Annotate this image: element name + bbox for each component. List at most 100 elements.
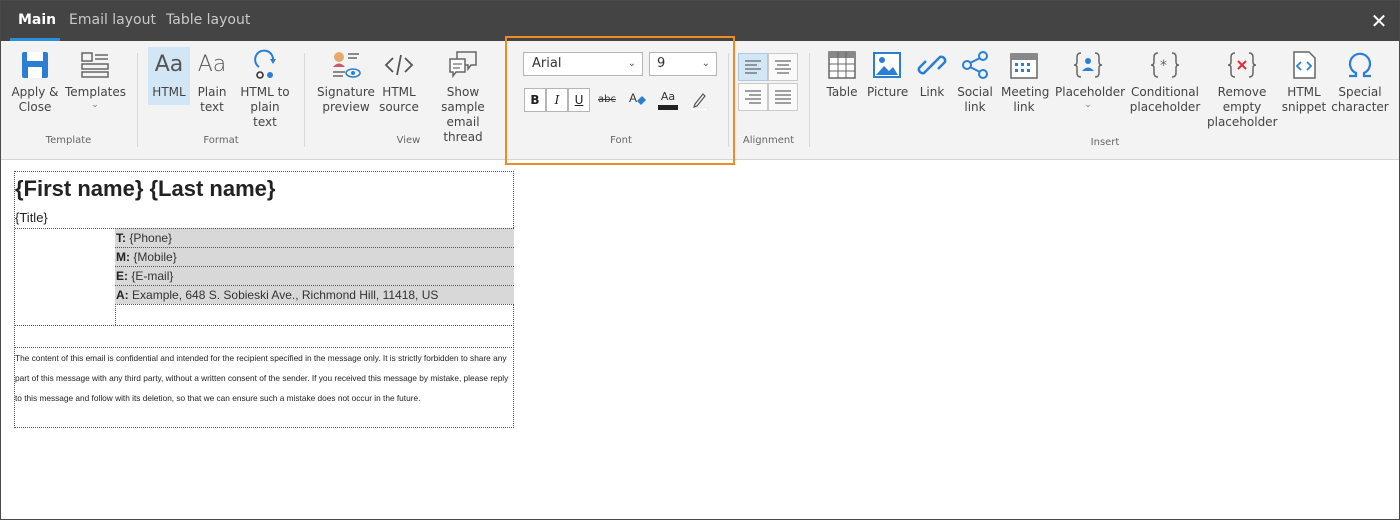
align-justify-icon (775, 90, 791, 104)
insert-html-snippet-label: HTML snippet (1281, 85, 1327, 114)
signature-preview-label: Signature preview (317, 85, 375, 114)
insert-meeting-link-button[interactable]: Meeting link (1001, 49, 1050, 115)
calendar-icon (1010, 53, 1038, 79)
contact-value: {Mobile} (133, 250, 177, 264)
contact-row-mobile[interactable]: M: {Mobile} (115, 247, 514, 266)
disclaimer-text[interactable]: The content of this email is confidentia… (15, 348, 515, 408)
separator (728, 53, 729, 147)
show-sample-thread-button[interactable]: Show sample email thread (425, 49, 501, 145)
font-family-select[interactable]: Arial ⌄ (523, 52, 643, 76)
insert-social-link-label: Social link (957, 85, 993, 114)
align-justify-button[interactable] (768, 83, 798, 111)
templates-label: Templates (65, 85, 127, 99)
html-source-button[interactable]: HTML source (379, 49, 419, 115)
picture-icon (873, 52, 901, 78)
font-color-button[interactable]: Aa (656, 89, 680, 113)
insert-meeting-link-label: Meeting link (1001, 85, 1050, 114)
table-icon (828, 51, 856, 79)
font-group-label: Font (610, 135, 632, 146)
apply-close-button[interactable]: Apply & Close (11, 49, 59, 115)
separator (809, 53, 810, 147)
insert-picture-label: Picture (867, 85, 909, 99)
insert-link-button[interactable]: Link (915, 49, 949, 100)
contact-row-address[interactable]: A: Example, 648 S. Sobieski Ave., Richmo… (115, 285, 514, 304)
separator (304, 53, 305, 147)
insert-conditional-placeholder-button[interactable]: * Conditional placeholder (1127, 49, 1203, 115)
view-group-label: View (396, 135, 421, 146)
signature-name[interactable]: {First name} {Last name} (15, 176, 275, 202)
svg-text:*: * (1160, 58, 1167, 74)
italic-button[interactable]: I (546, 88, 568, 112)
insert-table-label: Table (826, 85, 858, 99)
svg-text:A: A (629, 91, 637, 105)
link-icon (917, 55, 947, 75)
bold-button[interactable]: B (524, 88, 546, 112)
tab-table-layout[interactable]: Table layout (158, 1, 258, 41)
font-size-select[interactable]: 9 ⌄ (649, 52, 717, 76)
chevron-down-icon: ⌄ (91, 100, 99, 110)
pencil-icon (689, 93, 709, 112)
align-right-button[interactable] (738, 83, 768, 111)
font-color-swatch (658, 105, 678, 110)
insert-link-label: Link (919, 85, 945, 99)
contact-value: {E-mail} (131, 269, 174, 283)
clear-format-button[interactable]: A (625, 89, 649, 113)
insert-placeholder-button[interactable]: Placeholder ⌄ (1055, 49, 1126, 110)
signature-editor-area[interactable]: {First name} {Last name} {Title} T: {Pho… (14, 171, 514, 428)
align-center-button[interactable] (768, 53, 798, 81)
placeholder-icon (1073, 52, 1103, 78)
chat-thread-icon (449, 51, 477, 79)
plain-text-button[interactable]: Aa Plain text (195, 49, 229, 115)
contact-key: E: (116, 269, 128, 283)
insert-html-snippet-button[interactable]: HTML snippet (1281, 49, 1327, 115)
font-size-value: 9 (657, 56, 666, 71)
tab-email-layout[interactable]: Email layout (61, 1, 164, 41)
insert-conditional-placeholder-label: Conditional placeholder (1129, 85, 1201, 114)
contact-value: {Phone} (129, 231, 173, 245)
strikethrough-button[interactable]: abc (595, 89, 619, 113)
contact-key: M: (116, 250, 130, 264)
close-button[interactable]: ✕ (1369, 11, 1389, 31)
plain-text-label: Plain text (197, 85, 227, 114)
signature-preview-icon (333, 52, 361, 78)
insert-picture-button[interactable]: Picture (867, 49, 909, 100)
contact-row-phone[interactable]: T: {Phone} (115, 228, 514, 247)
alignment-group-label: Alignment (742, 135, 795, 146)
align-left-button[interactable] (738, 53, 768, 81)
eraser-icon: A (629, 91, 646, 105)
signature-editor-window: Main Email layout Table layout ✕ Apply &… (0, 0, 1400, 520)
templates-icon (81, 52, 109, 78)
conditional-placeholder-icon: * (1150, 52, 1180, 78)
html-format-label: HTML (152, 85, 186, 99)
remove-empty-placeholder-button[interactable]: Remove empty placeholder (1207, 49, 1278, 130)
insert-table-button[interactable]: Table (823, 49, 861, 100)
html-snippet-icon (1293, 51, 1316, 79)
signature-title[interactable]: {Title} (15, 210, 48, 225)
code-icon (384, 54, 414, 76)
highlight-color-button[interactable] (687, 89, 711, 113)
templates-button[interactable]: Templates ⌄ (65, 49, 127, 110)
insert-social-link-button[interactable]: Social link (955, 49, 995, 115)
html-to-plain-button[interactable]: HTML to plain text (237, 49, 293, 130)
chevron-down-icon: ⌄ (1084, 100, 1092, 110)
html-format-button[interactable]: Aa HTML (148, 47, 190, 105)
contact-row-email[interactable]: E: {E-mail} (115, 266, 514, 285)
contact-value: Example, 648 S. Sobieski Ave., Richmond … (132, 288, 439, 302)
tab-main[interactable]: Main (10, 1, 60, 41)
tab-bar: Main Email layout Table layout ✕ (1, 1, 1399, 41)
insert-special-character-button[interactable]: Special character (1331, 49, 1389, 115)
separator (137, 53, 138, 147)
save-icon (22, 52, 48, 78)
signature-preview-button[interactable]: Signature preview (317, 49, 375, 115)
underline-button[interactable]: U (568, 88, 590, 112)
chevron-down-icon: ⌄ (701, 58, 710, 69)
insert-placeholder-label: Placeholder (1055, 85, 1126, 99)
share-icon (962, 51, 988, 79)
omega-icon (1348, 52, 1372, 78)
remove-empty-placeholder-label: Remove empty placeholder (1207, 85, 1278, 129)
table-border (115, 304, 514, 305)
font-aa-icon: Aa (154, 52, 184, 77)
html-to-plain-label: HTML to plain text (240, 85, 290, 129)
align-center-icon (775, 60, 791, 74)
align-right-icon (745, 90, 761, 104)
